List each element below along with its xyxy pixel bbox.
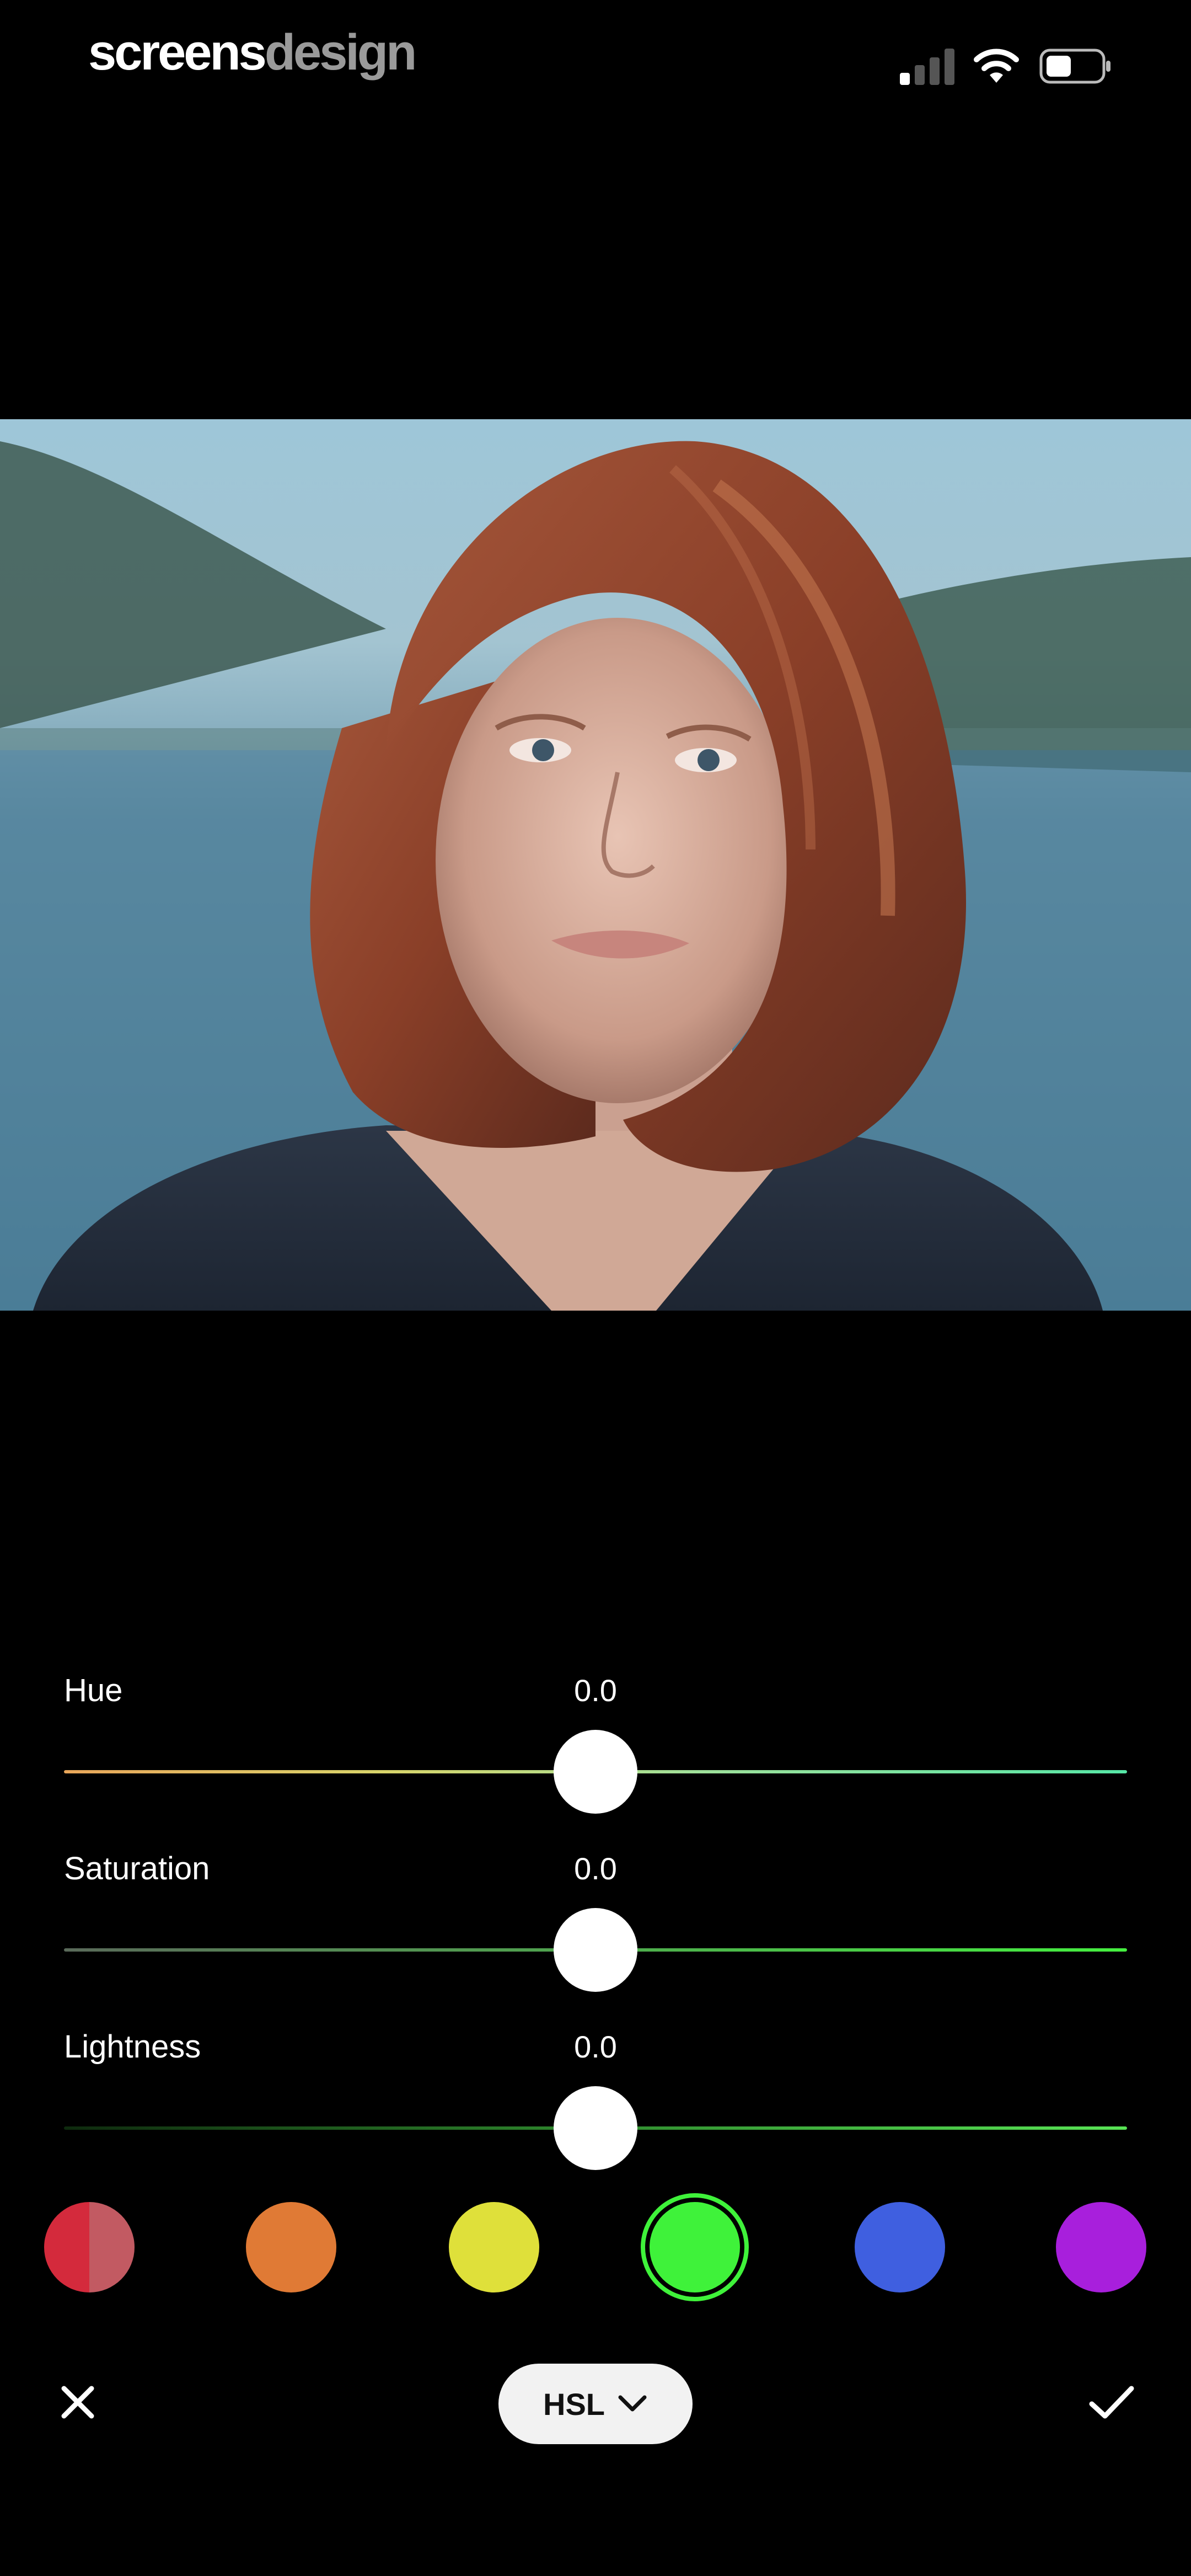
color-swatch-yellow[interactable] [449,2202,539,2292]
brand-primary: screens [88,24,267,81]
hue-label: Hue [64,1672,123,1708]
color-swatch-blue[interactable] [855,2202,945,2292]
cellular-signal-icon [900,49,955,85]
brand-secondary: design [264,24,417,81]
lightness-value: 0.0 [574,2029,617,2064]
lightness-slider-thumb[interactable] [554,2086,637,2170]
saturation-slider-thumb[interactable] [554,1908,637,1992]
checkmark-icon[interactable] [1086,2377,1136,2427]
lightness-label: Lightness [64,2029,201,2065]
color-swatch-red[interactable] [44,2202,135,2292]
saturation-label: Saturation [64,1851,210,1886]
hsl-mode-dropdown[interactable]: HSL [498,2364,693,2444]
saturation-value: 0.0 [574,1851,617,1886]
hsl-mode-label: HSL [543,2386,605,2422]
color-swatch-green-selected[interactable] [641,2193,749,2301]
battery-icon [1039,49,1110,84]
hue-value: 0.0 [574,1673,617,1708]
hue-slider-thumb[interactable] [554,1730,637,1814]
close-icon[interactable] [53,2377,103,2427]
chevron-down-icon [618,2395,647,2412]
wifi-icon [974,49,1019,83]
color-swatch-green-fill [650,2202,740,2292]
photo-preview [0,419,1191,1311]
color-swatch-purple[interactable] [1056,2202,1146,2292]
brand-logo: screensdesign [88,22,417,83]
color-swatch-orange[interactable] [246,2202,336,2292]
portrait-photo [0,419,1191,1311]
